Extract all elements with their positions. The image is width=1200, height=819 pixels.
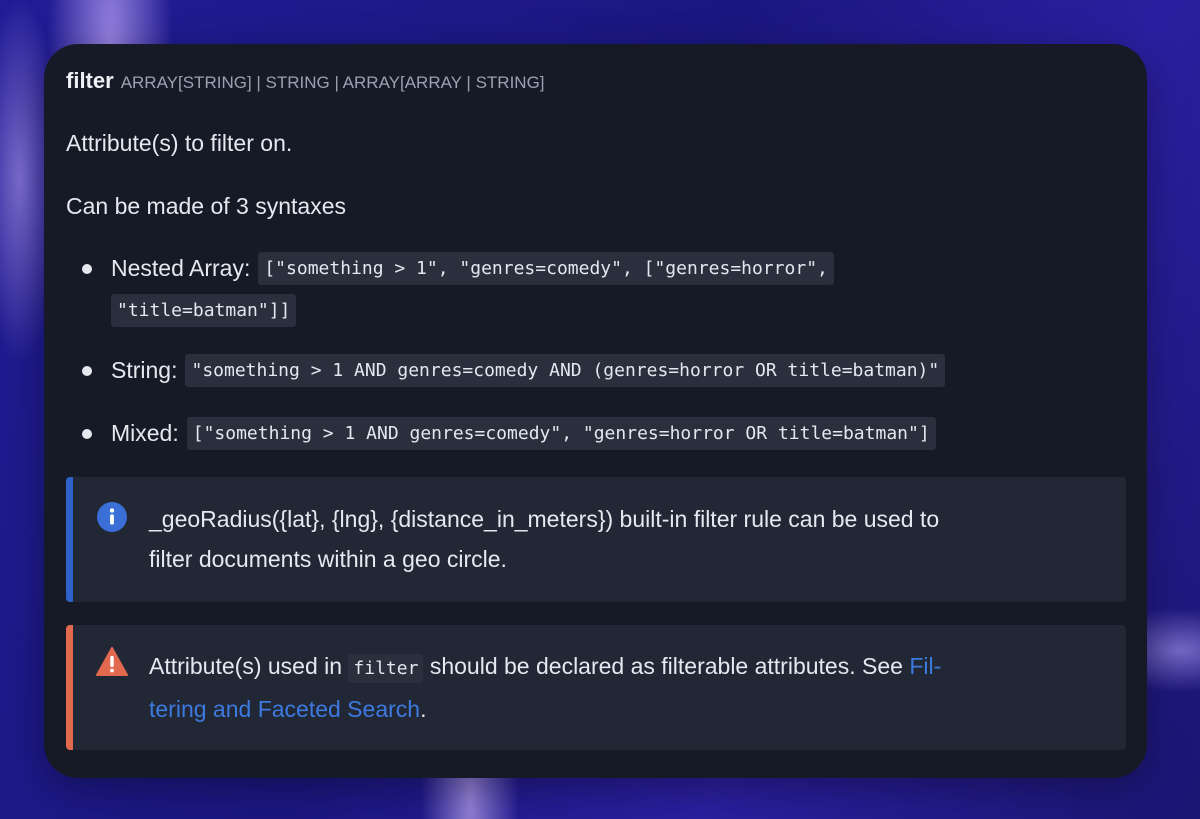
param-description: Attribute(s) to filter on. — [66, 130, 293, 156]
syntax-item-mixed: Mixed: ["something > 1 AND genres=comedy… — [111, 417, 936, 450]
syntax-code: ["something > 1", "genres=comedy", ["gen… — [258, 252, 834, 285]
syntax-code-continued: "title=batman"]] — [111, 294, 297, 327]
param-header: filter ARRAY[STRING] | STRING | ARRAY[AR… — [66, 68, 545, 98]
info-line-1: _geoRadius({lat}, {lng}, {distance_in_me… — [149, 506, 940, 532]
info-line-2: filter documents within a geo circle. — [149, 546, 507, 572]
syntaxes-intro: Can be made of 3 syntaxes — [66, 193, 346, 219]
warning-text-before: Attribute(s) used in — [149, 653, 343, 679]
info-icon — [97, 502, 127, 532]
filtering-faceted-search-link-cont[interactable]: tering and Faceted Search — [149, 696, 420, 722]
param-name: filter — [66, 68, 114, 93]
bullet-dot — [82, 366, 92, 376]
warning-callout-accent — [66, 625, 73, 750]
syntax-item-nested-array: Nested Array: ["something > 1", "genres=… — [111, 252, 834, 285]
bullet-dot — [82, 264, 92, 274]
inline-code-filter: filter — [348, 654, 424, 683]
warning-trailing-period: . — [420, 696, 427, 722]
warning-callout-text: Attribute(s) used in filter should be de… — [149, 646, 1096, 729]
info-callout: _geoRadius({lat}, {lng}, {distance_in_me… — [66, 477, 1126, 602]
doc-card: filter ARRAY[STRING] | STRING | ARRAY[AR… — [44, 44, 1147, 778]
syntax-code: ["something > 1 AND genres=comedy", "gen… — [186, 417, 936, 450]
warning-line-1: Attribute(s) used in filter should be de… — [149, 646, 1096, 689]
warning-callout: Attribute(s) used in filter should be de… — [66, 625, 1126, 750]
info-callout-accent — [66, 477, 73, 602]
bullet-dot — [82, 429, 92, 439]
syntax-code: "something > 1 AND genres=comedy AND (ge… — [185, 354, 946, 387]
syntax-label: Nested Array: — [111, 255, 251, 281]
syntax-label: String: — [111, 357, 178, 383]
warning-icon — [96, 647, 128, 676]
warning-text-after: should be declared as filterable attribu… — [429, 653, 903, 679]
syntax-label: Mixed: — [111, 420, 179, 446]
param-types: ARRAY[STRING] | STRING | ARRAY[ARRAY | S… — [120, 73, 545, 92]
info-callout-text: _geoRadius({lat}, {lng}, {distance_in_me… — [149, 499, 1096, 579]
warning-line-2: tering and Faceted Search. — [149, 689, 1096, 729]
syntax-item-string: String: "something > 1 AND genres=comedy… — [111, 354, 946, 387]
syntax-item-nested-array-cont: "title=batman"]] — [111, 294, 297, 327]
filtering-faceted-search-link[interactable]: Fil- — [909, 653, 941, 679]
